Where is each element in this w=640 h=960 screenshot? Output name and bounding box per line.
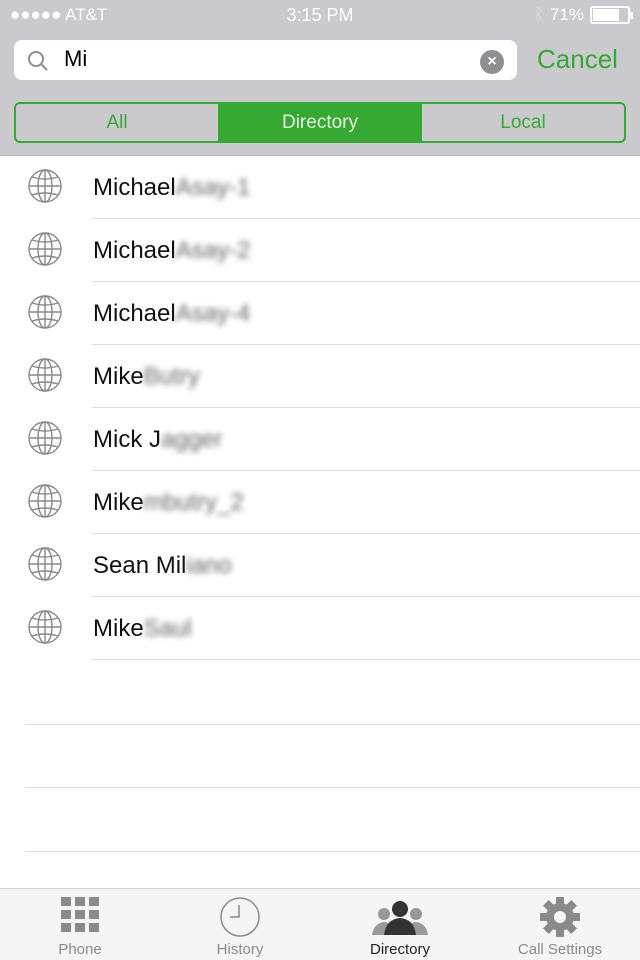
contact-row[interactable]: Sean Miliano (0, 534, 640, 597)
globe-icon (28, 295, 62, 329)
tab-history[interactable]: History (160, 889, 320, 960)
clock-icon (220, 897, 260, 937)
search-header: ●●●●● AT&T 3:15 PM ᛒ71% × Cancel All Dir… (0, 0, 640, 156)
battery-percent: 71% (549, 5, 584, 24)
tab-bar: Phone History Directory Call Settings (0, 888, 640, 960)
contact-name-redacted: Butry (143, 363, 200, 390)
globe-icon (28, 547, 62, 581)
globe-icon (28, 232, 62, 266)
globe-icon (28, 169, 62, 203)
contact-row[interactable]: MichaelAsay-2 (0, 219, 640, 282)
contact-name: MikeButry (93, 363, 200, 391)
contact-row[interactable]: MikeButry (0, 345, 640, 408)
search-input[interactable] (64, 46, 464, 72)
segment-directory[interactable]: Directory (219, 104, 422, 141)
contact-name-visible: Michael (93, 237, 176, 264)
contact-name-redacted: Asay-4 (175, 300, 251, 327)
divider (25, 724, 640, 725)
contact-name-redacted: Saul (143, 615, 192, 642)
contact-row[interactable]: Mikembutry_2 (0, 471, 640, 534)
contact-name-visible: Mick J (93, 426, 161, 453)
cancel-button[interactable]: Cancel (537, 44, 618, 75)
tab-label: Call Settings (517, 941, 603, 958)
contact-name: Mikembutry_2 (93, 489, 244, 517)
status-bar: ●●●●● AT&T 3:15 PM ᛒ 71% (0, 0, 640, 30)
contact-name-visible: Sean Mil (93, 552, 187, 579)
tab-call-settings[interactable]: Call Settings (480, 889, 640, 960)
segment-local[interactable]: Local (422, 104, 624, 141)
people-icon (372, 901, 428, 935)
gear-icon (540, 897, 580, 937)
contact-name-redacted: Asay-2 (175, 237, 251, 264)
clear-search-button[interactable]: × (480, 50, 504, 74)
contact-name-visible: Michael (93, 174, 176, 201)
tab-label: Directory (369, 941, 430, 958)
contact-name-visible: Michael (93, 300, 176, 327)
contact-row[interactable]: Mick Jagger (0, 408, 640, 471)
contact-name-redacted: agger (161, 426, 223, 453)
tab-phone[interactable]: Phone (0, 889, 160, 960)
globe-icon (28, 421, 62, 455)
divider (92, 659, 640, 660)
contact-name: MichaelAsay-1 (93, 174, 250, 202)
tab-directory[interactable]: Directory (320, 889, 480, 960)
contact-name: MikeSaul (93, 615, 192, 643)
contact-name-redacted: Asay-1 (175, 174, 251, 201)
contact-name: MichaelAsay-2 (93, 237, 250, 265)
contact-name: MichaelAsay-4 (93, 300, 250, 328)
globe-icon (28, 358, 62, 392)
contact-name-visible: Mike (93, 489, 144, 516)
segment-all[interactable]: All (16, 104, 219, 141)
contact-name: Mick Jagger (93, 426, 222, 454)
contact-name-redacted: mbutry_2 (143, 489, 244, 516)
contact-row[interactable]: MichaelAsay-1 (0, 156, 640, 219)
tab-label: Phone (58, 941, 102, 958)
search-icon (28, 51, 48, 71)
keypad-icon (61, 897, 99, 932)
globe-icon (28, 484, 62, 518)
tab-label: History (216, 941, 264, 958)
contact-name-visible: Mike (93, 363, 144, 390)
contact-name-redacted: iano (186, 552, 232, 579)
scope-segmented-control: All Directory Local (14, 102, 626, 143)
contact-row[interactable]: MichaelAsay-4 (0, 282, 640, 345)
globe-icon (28, 610, 62, 644)
contact-name-visible: Mike (93, 615, 144, 642)
contact-name: Sean Miliano (93, 552, 232, 580)
battery-icon (590, 6, 633, 24)
contact-row[interactable]: MikeSaul (0, 597, 640, 660)
bluetooth-icon: ᛒ (533, 5, 544, 24)
divider (25, 787, 640, 788)
search-field[interactable]: × (14, 40, 517, 80)
divider (25, 851, 640, 852)
